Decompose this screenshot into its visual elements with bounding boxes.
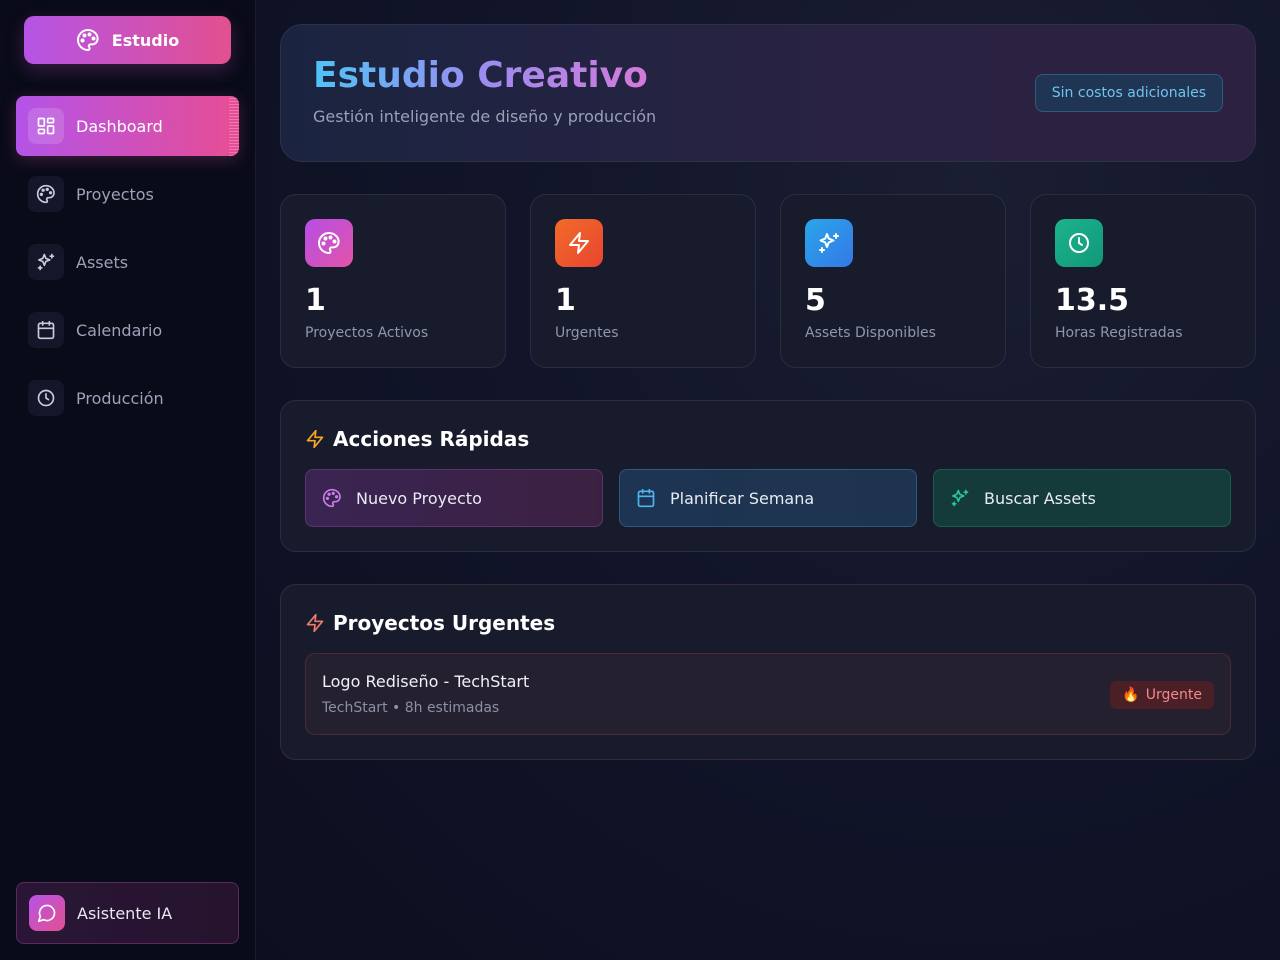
palette-icon (28, 176, 64, 212)
project-name: Logo Rediseño - TechStart (322, 672, 530, 691)
page-subtitle: Gestión inteligente de diseño y producci… (313, 107, 657, 126)
sidebar: Estudio Dashboard Proyectos Assets Calen… (0, 0, 256, 960)
badge-label: Urgente (1145, 687, 1202, 703)
calendar-icon (637, 488, 655, 508)
new-project-button[interactable]: Nuevo Proyecto (305, 469, 603, 527)
sidebar-item-label: Calendario (76, 320, 163, 340)
stat-card-urgentes: 1 Urgentes (530, 194, 756, 368)
panel-heading: Acciones Rápidas (333, 427, 530, 451)
sidebar-item-label: Producción (76, 388, 164, 408)
sidebar-item-label: Dashboard (76, 116, 163, 136)
urgent-projects-title: Proyectos Urgentes (305, 611, 555, 635)
urgent-project-item[interactable]: Logo Rediseño - TechStart TechStart • 8h… (305, 653, 1231, 735)
stat-label: Assets Disponibles (805, 325, 936, 341)
sidebar-item-label: Proyectos (76, 184, 154, 204)
sidebar-item-dashboard[interactable]: Dashboard (16, 96, 239, 156)
quick-actions-title: Acciones Rápidas (305, 427, 529, 451)
stat-label: Horas Registradas (1055, 325, 1183, 341)
action-label: Planificar Semana (670, 488, 815, 508)
stat-label: Urgentes (555, 325, 619, 341)
header-banner: Estudio Creativo Gestión inteligente de … (280, 24, 1256, 162)
chat-bubble-icon (29, 895, 65, 931)
calendar-icon (28, 312, 64, 348)
search-assets-button[interactable]: Buscar Assets (933, 469, 1231, 527)
stat-card-assets-disponibles: 5 Assets Disponibles (780, 194, 1006, 368)
panel-heading: Proyectos Urgentes (333, 611, 556, 635)
clock-icon (28, 380, 64, 416)
stat-value: 5 (805, 283, 826, 318)
palette-icon (305, 219, 353, 267)
urgent-projects-panel: Proyectos Urgentes Logo Rediseño - TechS… (280, 584, 1256, 760)
sidebar-item-produccion[interactable]: Producción (16, 368, 239, 428)
stat-value: 1 (305, 283, 326, 318)
page-title: Estudio Creativo (313, 55, 648, 96)
quick-actions-panel: Acciones Rápidas Nuevo Proyecto Planific… (280, 400, 1256, 552)
sparkles-icon (28, 244, 64, 280)
brand-label: Estudio (111, 30, 180, 50)
palette-icon (322, 488, 341, 508)
zap-icon (306, 429, 324, 449)
sidebar-item-proyectos[interactable]: Proyectos (16, 164, 239, 224)
palette-icon (76, 29, 99, 51)
sidebar-item-label: Assets (76, 252, 129, 272)
sidebar-item-calendario[interactable]: Calendario (16, 300, 239, 360)
stat-card-horas-registradas: 13.5 Horas Registradas (1030, 194, 1256, 368)
sidebar-item-assets[interactable]: Assets (16, 232, 239, 292)
assistant-label: Asistente IA (77, 903, 173, 923)
fire-icon: 🔥 (1122, 687, 1140, 703)
sidebar-nav: Dashboard Proyectos Assets Calendario Pr… (16, 96, 239, 436)
stats-grid: 1 Proyectos Activos 1 Urgentes 5 Assets … (280, 194, 1256, 368)
brand-button[interactable]: Estudio (24, 16, 231, 64)
stat-card-proyectos-activos: 1 Proyectos Activos (280, 194, 506, 368)
zap-icon (306, 613, 324, 633)
stat-value: 1 (555, 283, 576, 318)
urgent-badge: 🔥 Urgente (1110, 681, 1214, 709)
project-meta: TechStart • 8h estimadas (322, 700, 500, 716)
stat-label: Proyectos Activos (305, 325, 429, 341)
zap-icon (555, 219, 603, 267)
dashboard-icon (28, 108, 64, 144)
assistant-button[interactable]: Asistente IA (16, 882, 239, 944)
action-label: Buscar Assets (984, 488, 1096, 508)
clock-icon (1055, 219, 1103, 267)
plan-week-button[interactable]: Planificar Semana (619, 469, 917, 527)
action-label: Nuevo Proyecto (356, 488, 482, 508)
stat-value: 13.5 (1055, 283, 1130, 318)
status-badge: Sin costos adicionales (1034, 74, 1223, 112)
main-content: Estudio Creativo Gestión inteligente de … (256, 0, 1280, 960)
sparkles-icon (805, 219, 853, 267)
sparkles-icon (951, 489, 969, 507)
